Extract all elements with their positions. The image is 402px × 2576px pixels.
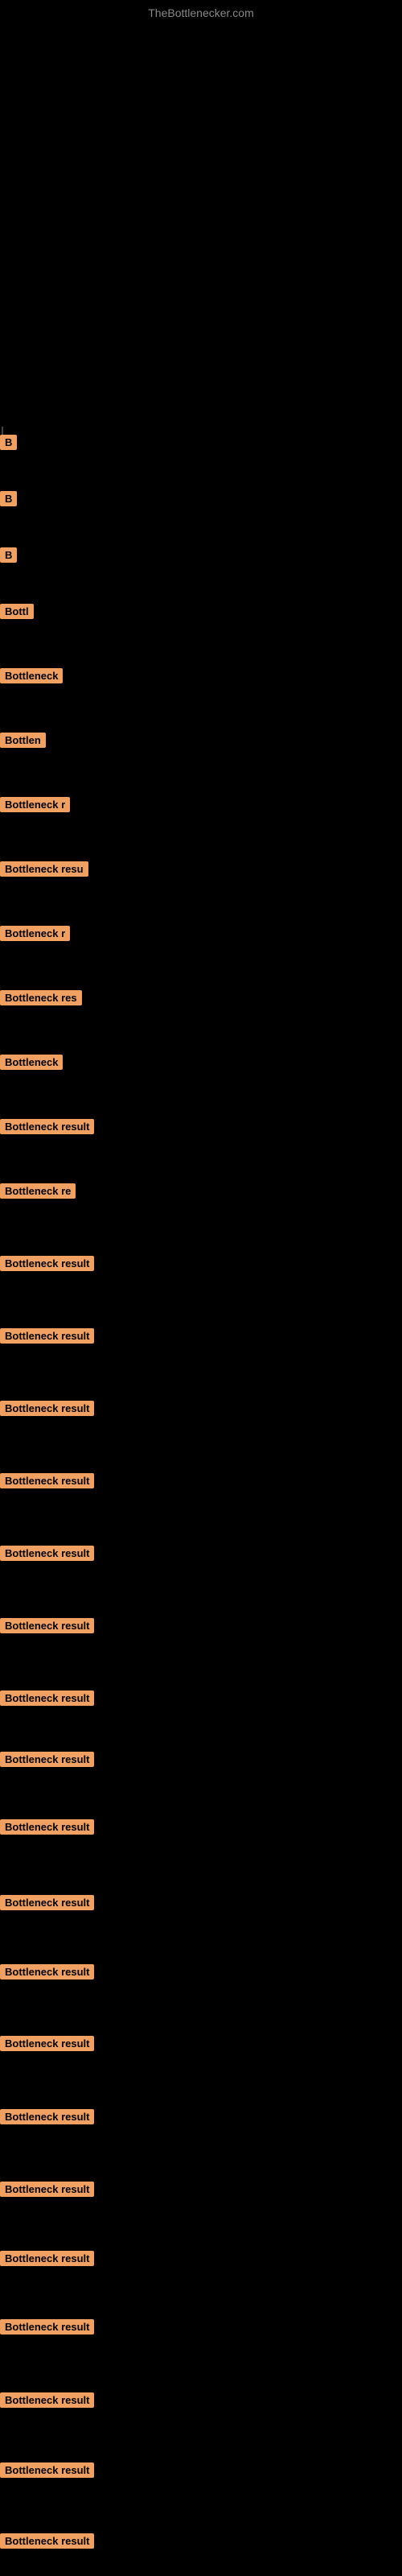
bottleneck-result-label: Bottleneck — [0, 668, 63, 683]
bottleneck-result-label: Bottleneck — [0, 1055, 63, 1070]
bottleneck-result-label: Bottleneck result — [0, 1819, 94, 1835]
bottleneck-result-label: Bottleneck result — [0, 2462, 94, 2478]
bottleneck-result-label: Bottleneck result — [0, 2036, 94, 2051]
bottleneck-result-label: Bottleneck result — [0, 2109, 94, 2124]
bottleneck-result-label: Bottleneck result — [0, 2251, 94, 2266]
bottleneck-result-label: B — [0, 435, 17, 450]
bottleneck-result-label: Bottleneck resu — [0, 861, 88, 877]
bottleneck-result-label: B — [0, 547, 17, 563]
bottleneck-result-label: Bottleneck result — [0, 1546, 94, 1561]
bottleneck-result-label: Bottleneck result — [0, 2319, 94, 2334]
bottleneck-result-label: Bottleneck result — [0, 2182, 94, 2197]
bottleneck-result-label: Bottleneck result — [0, 1119, 94, 1134]
bottleneck-result-label: Bottleneck result — [0, 1401, 94, 1416]
site-title: TheBottlenecker.com — [148, 6, 254, 19]
bottleneck-result-label: Bottleneck res — [0, 990, 82, 1005]
bottleneck-result-label: Bottleneck result — [0, 1328, 94, 1344]
bottleneck-result-label: Bottleneck r — [0, 926, 70, 941]
bottleneck-result-label: Bottleneck r — [0, 797, 70, 812]
bottleneck-result-label: Bottleneck result — [0, 1473, 94, 1488]
bottleneck-result-label: Bottlen — [0, 733, 46, 748]
bottleneck-result-label: Bottleneck result — [0, 2533, 94, 2549]
bottleneck-result-label: Bottleneck result — [0, 1256, 94, 1271]
bottleneck-result-label: Bottleneck result — [0, 1690, 94, 1706]
bottleneck-result-label: Bottleneck result — [0, 1618, 94, 1633]
bottleneck-result-label: Bottleneck result — [0, 2392, 94, 2408]
bottleneck-result-label: Bottleneck result — [0, 1964, 94, 1979]
bottleneck-result-label: B — [0, 491, 17, 506]
bottleneck-result-label: Bottleneck result — [0, 1752, 94, 1767]
bottleneck-result-label: Bottleneck re — [0, 1183, 76, 1199]
bottleneck-result-label: Bottl — [0, 604, 34, 619]
bottleneck-result-label: Bottleneck result — [0, 1895, 94, 1910]
